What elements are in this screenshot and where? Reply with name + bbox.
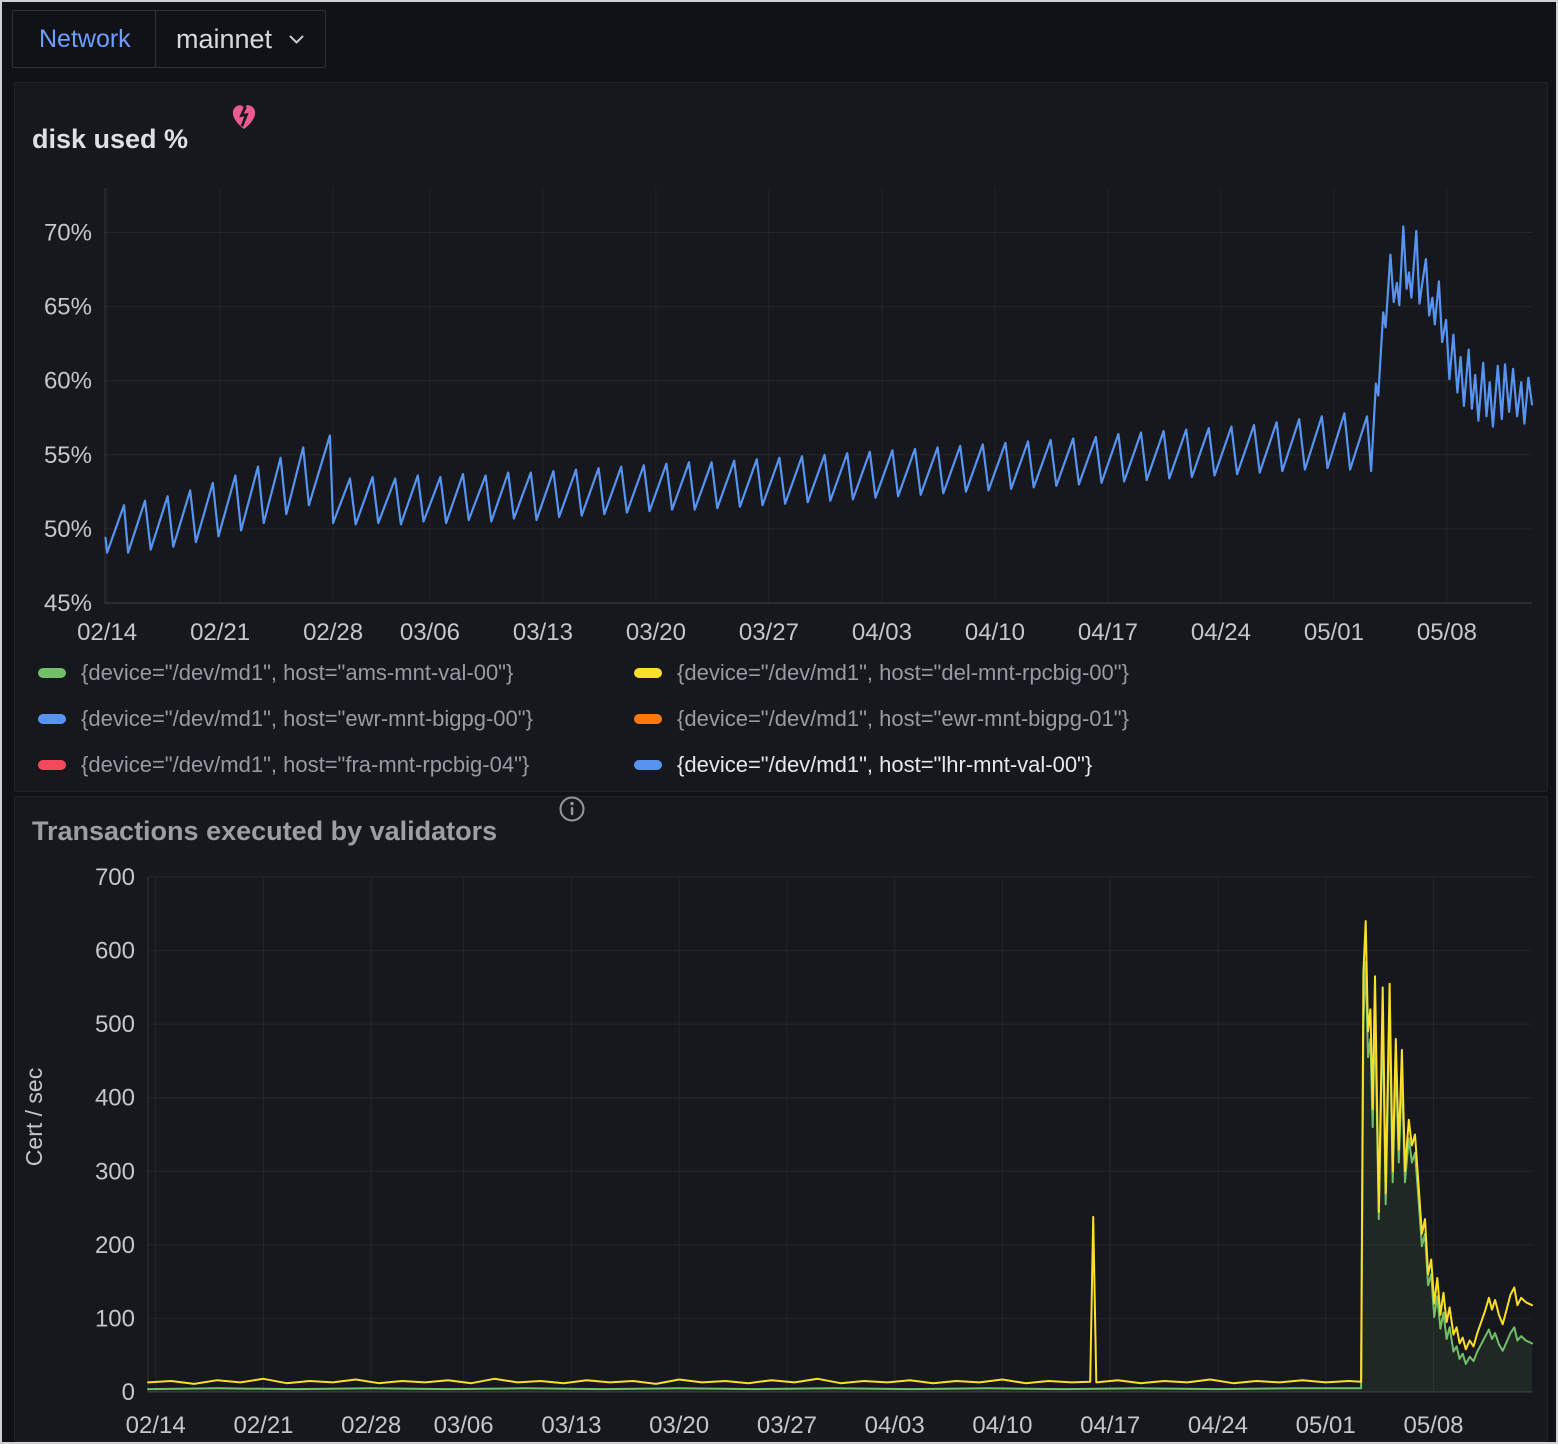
series-color-swatch: [634, 714, 662, 724]
legend-item-ams-mnt-val-00[interactable]: {device="/dev/md1", host="ams-mnt-val-00…: [38, 660, 634, 686]
legend-label: {device="/dev/md1", host="fra-mnt-rpcbig…: [81, 752, 529, 778]
grafana-dashboard: Network mainnet 02/1402/2102/2803/0603/1…: [0, 0, 1558, 1444]
legend-label: {device="/dev/md1", host="ams-mnt-val-00…: [81, 660, 513, 686]
series-color-swatch: [38, 668, 66, 678]
network-variable-value: mainnet: [176, 24, 272, 55]
series-color-swatch: [634, 668, 662, 678]
legend-label: {device="/dev/md1", host="ewr-mnt-bigpg-…: [677, 706, 1129, 732]
legend-label: {device="/dev/md1", host="ewr-mnt-bigpg-…: [81, 706, 533, 732]
legend-item-ewr-mnt-bigpg-01[interactable]: {device="/dev/md1", host="ewr-mnt-bigpg-…: [634, 706, 1548, 732]
transactions-panel-title[interactable]: Transactions executed by validators: [32, 816, 497, 847]
series-color-swatch: [38, 714, 66, 724]
network-variable-select[interactable]: mainnet: [155, 10, 326, 68]
legend-label: {device="/dev/md1", host="del-mnt-rpcbig…: [677, 660, 1129, 686]
network-variable-label-box: Network: [12, 10, 158, 68]
legend-item-del-mnt-rpcbig-00[interactable]: {device="/dev/md1", host="del-mnt-rpcbig…: [634, 660, 1548, 686]
legend-label: {device="/dev/md1", host="lhr-mnt-val-00…: [677, 752, 1092, 778]
network-variable-label: Network: [39, 25, 131, 54]
series-color-swatch: [634, 760, 662, 770]
panel-transactions: [14, 796, 1548, 1442]
alert-broken-heart-icon[interactable]: [228, 101, 260, 133]
chevron-down-icon: [288, 34, 305, 45]
legend-item-lhr-mnt-val-00[interactable]: {device="/dev/md1", host="lhr-mnt-val-00…: [634, 752, 1548, 778]
legend-item-fra-mnt-rpcbig-04[interactable]: {device="/dev/md1", host="fra-mnt-rpcbig…: [38, 752, 634, 778]
info-icon[interactable]: [558, 795, 586, 823]
series-color-swatch: [38, 760, 66, 770]
disk-panel-title[interactable]: disk used %: [32, 124, 188, 155]
legend-item-ewr-mnt-bigpg-00[interactable]: {device="/dev/md1", host="ewr-mnt-bigpg-…: [38, 706, 634, 732]
disk-legend: {device="/dev/md1", host="ams-mnt-val-00…: [14, 660, 1548, 778]
